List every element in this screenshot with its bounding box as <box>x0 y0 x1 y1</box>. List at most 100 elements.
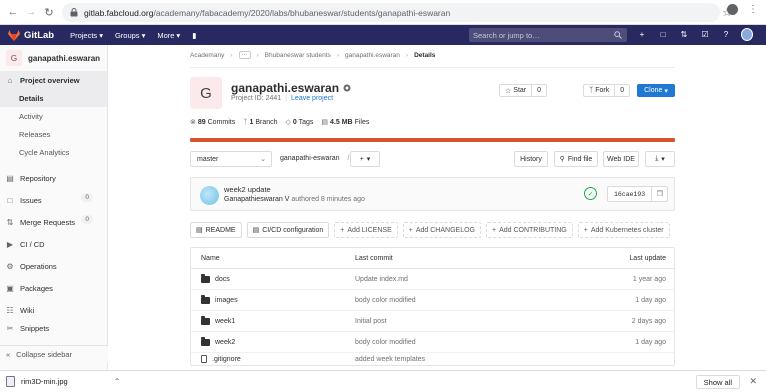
back-icon[interactable]: ← <box>4 3 22 21</box>
issues-count-badge: 0 <box>81 193 93 202</box>
sidebar-item-packages[interactable]: ▣ Packages <box>0 277 107 299</box>
breadcrumb-more-button[interactable]: ··· <box>238 51 251 59</box>
ci-cd-configuration-button[interactable]: ▤ CI/CD configuration <box>246 222 330 238</box>
table-row[interactable]: docs Update index.md 1 year ago <box>191 269 674 290</box>
file-name-link[interactable]: .gitignore <box>212 356 241 363</box>
sidebar-item-operations[interactable]: ⚙ Operations <box>0 255 107 277</box>
sidebar-item-issues[interactable]: □ Issues 0 <box>0 189 107 211</box>
download-icon: ⤓ <box>655 155 659 162</box>
table-row[interactable]: week2 body color modified 1 day ago <box>191 332 674 353</box>
download-dropdown[interactable]: ⤓ ▾ <box>645 151 675 167</box>
downloaded-file-item[interactable]: rim3D-min.jpg ⌃ <box>6 376 120 387</box>
sidebar-item-merge-requests[interactable]: ⇅ Merge Requests 0 <box>0 211 107 233</box>
add-changelog-button[interactable]: + Add CHANGELOG <box>402 222 481 238</box>
branch-selector[interactable]: master ⌄ <box>190 151 272 167</box>
todo-icon[interactable]: ☑ <box>699 28 711 41</box>
profile-icon[interactable] <box>727 4 738 15</box>
plus-icon: + <box>340 226 345 234</box>
chevron-up-icon[interactable]: ⌃ <box>114 377 121 386</box>
sidebar-item-releases[interactable]: Releases <box>0 125 107 143</box>
activity-chart-icon[interactable]: ▮ <box>192 31 196 40</box>
commit-message-link[interactable]: Initial post <box>355 318 387 325</box>
gitlab-logo[interactable]: GitLab <box>8 29 54 41</box>
file-name-link[interactable]: week2 <box>215 339 235 346</box>
file-name-link[interactable]: docs <box>215 276 230 283</box>
table-row[interactable]: .gitignore added week templates <box>191 353 674 365</box>
project-avatar-large: G <box>190 77 222 109</box>
sidebar-project-header[interactable]: G ganapathi.eswaran <box>0 45 107 71</box>
sidebar-project-name: ganapathi.eswaran <box>28 53 101 63</box>
forward-icon[interactable]: → <box>22 3 40 21</box>
last-update: 1 day ago <box>635 296 666 304</box>
show-all-downloads-button[interactable]: Show all <box>695 375 740 389</box>
commit-message-link[interactable]: body color modified <box>355 297 416 304</box>
more-menu[interactable]: More ▾ <box>157 31 180 40</box>
sidebar-item-ci-cd[interactable]: ▶ CI / CD <box>0 233 107 255</box>
add-kubernetes-cluster-button[interactable]: + Add Kubernetes cluster <box>577 222 670 238</box>
commit-author-link[interactable]: Ganapathieswaran V <box>224 196 289 203</box>
path-root-link[interactable]: ganapathi-eswaran <box>280 155 340 162</box>
clone-button[interactable]: Clone ▾ <box>637 84 675 97</box>
branches-stat[interactable]: ᛉ1 Branch <box>243 119 277 126</box>
sidebar-item-details[interactable]: Details <box>0 89 107 107</box>
close-icon[interactable]: ✕ <box>749 376 757 387</box>
address-bar[interactable]: gitlab.fabcloud.org/academany/fabacademy… <box>62 3 732 22</box>
commits-stat[interactable]: ⊗ 89 Commits <box>190 118 235 126</box>
pipeline-success-icon[interactable]: ✓ <box>584 187 597 200</box>
search-input[interactable]: Search or jump to… <box>469 28 627 42</box>
tags-stat[interactable]: ◇ 0 Tags <box>286 118 314 126</box>
fork-count[interactable]: 0 <box>614 85 629 96</box>
size-stat[interactable]: ▤ 4.5 MB Files <box>321 118 369 126</box>
add-contributing-button[interactable]: + Add CONTRIBUTING <box>485 222 573 238</box>
breadcrumb-academany[interactable]: Academany <box>190 52 224 59</box>
file-name-link[interactable]: week1 <box>215 318 235 325</box>
find-file-button[interactable]: ⚲ Find file <box>554 151 598 167</box>
star-count[interactable]: 0 <box>531 85 546 96</box>
table-row[interactable]: week1 Initial post 2 days ago <box>191 311 674 332</box>
sidebar: G ganapathi.eswaran ⌂ Project overview D… <box>0 45 108 370</box>
sidebar-item-wiki[interactable]: ☷ Wiki <box>0 299 107 321</box>
web-ide-button[interactable]: Web IDE <box>603 151 639 167</box>
help-icon[interactable]: ? <box>720 28 732 41</box>
wiki-icon: ☷ <box>6 305 14 315</box>
star-button[interactable]: ☆ Star <box>500 85 531 96</box>
sidebar-item-activity[interactable]: Activity <box>0 107 107 125</box>
merge-request-icon[interactable]: ⇅ <box>678 28 690 41</box>
double-chevron-left-icon: « <box>6 349 11 359</box>
projects-menu[interactable]: Projects ▾ <box>70 31 103 40</box>
table-row[interactable]: images body color modified 1 day ago <box>191 290 674 311</box>
commit-message-link[interactable]: Update index.md <box>355 276 408 283</box>
gitlab-tanuki-icon <box>8 29 20 41</box>
last-update: 1 year ago <box>632 275 666 283</box>
commit-sha-group: 16cae193 ❐ <box>607 186 669 202</box>
file-name-link[interactable]: images <box>215 297 238 304</box>
add-file-dropdown[interactable]: + ▾ <box>350 151 380 167</box>
leave-project-link[interactable]: Leave project <box>291 95 333 102</box>
browser-menu-icon[interactable]: ⋮ <box>748 4 758 15</box>
history-button[interactable]: History <box>514 151 548 167</box>
breadcrumb-bhubaneswar-students[interactable]: Bhubaneswar students <box>265 52 331 59</box>
groups-menu[interactable]: Groups ▾ <box>115 31 145 40</box>
reload-icon[interactable]: ↻ <box>40 3 58 21</box>
sidebar-item-project-overview[interactable]: ⌂ Project overview <box>0 71 107 89</box>
copy-sha-icon[interactable]: ❐ <box>651 187 667 201</box>
plus-icon[interactable]: + <box>636 28 648 41</box>
collapse-sidebar-button[interactable]: « Collapse sidebar <box>0 345 108 362</box>
user-avatar[interactable] <box>741 28 753 41</box>
chevron-down-icon: ▾ <box>664 87 668 95</box>
readme-button[interactable]: ▤ README <box>190 222 242 238</box>
sidebar-item-cycle-analytics[interactable]: Cycle Analytics <box>0 143 107 161</box>
packages-icon: ▣ <box>6 283 14 293</box>
breadcrumb-project[interactable]: ganapathi.eswaran <box>345 52 400 59</box>
commit-title-link[interactable]: week2 update <box>224 185 271 194</box>
commit-sha[interactable]: 16cae193 <box>608 187 651 201</box>
last-update: 2 days ago <box>631 317 666 325</box>
commit-message-link[interactable]: body color modified <box>355 339 416 346</box>
sidebar-item-snippets[interactable]: ✂ Snippets <box>0 321 107 335</box>
sidebar-item-repository[interactable]: ▤ Repository <box>0 167 107 189</box>
commit-author-avatar[interactable] <box>200 186 219 205</box>
add-license-button[interactable]: + Add LICENSE <box>334 222 398 238</box>
issues-icon[interactable]: □ <box>657 28 669 41</box>
fork-button[interactable]: ᛉ Fork <box>584 85 614 96</box>
commit-message-link[interactable]: added week templates <box>355 356 425 363</box>
